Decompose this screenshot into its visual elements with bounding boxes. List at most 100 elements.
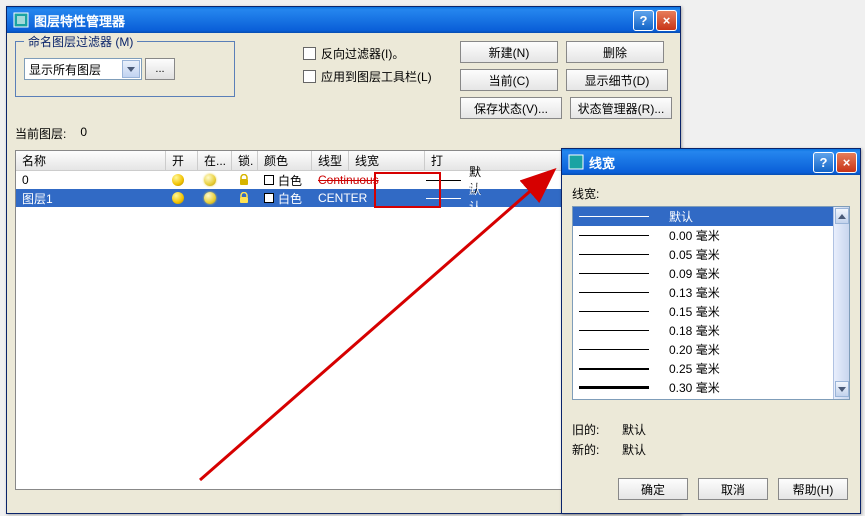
lineweight-item[interactable]: 0.20 毫米 [573,340,849,359]
col-lineweight[interactable]: 线宽 [349,151,425,170]
bulb-icon [172,174,184,186]
lock-icon [238,192,250,204]
sun-icon [204,174,216,186]
scroll-up-button[interactable] [835,208,849,224]
lineweight-item[interactable]: 0.09 毫米 [573,264,849,283]
cell-on[interactable] [166,189,198,207]
col-color[interactable]: 颜色 [258,151,312,170]
lock-icon [238,174,250,186]
lineweight-sample [579,311,659,312]
cell-lock[interactable] [232,171,258,189]
cell-linetype[interactable]: Continuous [312,171,420,189]
window-title: 图层特性管理器 [34,11,633,30]
state-manager-button[interactable]: 状态管理器(R)... [570,97,672,119]
lineweight-item[interactable]: 0.15 毫米 [573,302,849,321]
chevron-up-icon [838,214,846,219]
cell-name: 图层1 [16,189,166,207]
cell-on[interactable] [166,171,198,189]
cancel-button[interactable]: 取消 [698,478,768,500]
scrollbar[interactable] [833,207,849,399]
new-button[interactable]: 新建(N) [460,41,558,63]
invert-filter-checkbox[interactable]: 反向过滤器(I)。 [303,45,432,62]
color-swatch [264,175,274,185]
lineweight-sample [579,273,659,274]
lineweight-item-label: 0.05 毫米 [659,246,843,263]
help-button[interactable]: 帮助(H) [778,478,848,500]
lineweight-sample [579,330,659,331]
delete-button[interactable]: 删除 [566,41,664,63]
cell-freeze[interactable] [198,189,232,207]
close-button[interactable]: × [836,152,857,173]
dialog-title: 线宽 [589,153,813,172]
checkbox-label: 反向过滤器(I)。 [321,45,404,62]
lineweight-sample [579,216,659,217]
layer-filter-combo[interactable]: 显示所有图层 [24,58,142,80]
lineweight-item-label: 0.15 毫米 [659,303,843,320]
col-lock[interactable]: 锁. [232,151,258,170]
cell-name: 0 [16,171,166,189]
col-freeze[interactable]: 在... [198,151,232,170]
lineweight-sample [579,368,659,370]
ok-button[interactable]: 确定 [618,478,688,500]
lineweight-item[interactable]: 0.13 毫米 [573,283,849,302]
save-state-button[interactable]: 保存状态(V)... [460,97,562,119]
current-layer-value: 0 [80,125,87,142]
col-linetype[interactable]: 线型 [312,151,349,170]
scroll-down-button[interactable] [835,381,849,397]
titlebar[interactable]: 线宽 ? × [562,149,860,175]
named-filter-fieldset: 命名图层过滤器 (M) 显示所有图层 ... [15,41,235,97]
new-value: 默认 [622,443,646,457]
combo-text: 显示所有图层 [29,61,101,78]
current-layer-label: 当前图层: 0 [15,125,672,142]
color-swatch [264,193,274,203]
lineweight-item-label: 0.13 毫米 [659,284,843,301]
lineweight-item[interactable]: 0.05 毫米 [573,245,849,264]
lineweight-item-label: 0.00 毫米 [659,227,843,244]
lineweight-item[interactable]: 0.30 毫米 [573,378,849,397]
cell-lineweight[interactable]: 默认 [420,189,496,207]
show-details-button[interactable]: 显示细节(D) [566,69,668,91]
cell-linetype[interactable]: CENTER [312,189,420,207]
lineweight-sample [579,235,659,236]
col-name[interactable]: 名称 [16,151,166,170]
lineweight-label: 线宽: [572,185,850,202]
lineweight-sample [579,292,659,293]
apply-toolbar-checkbox[interactable]: 应用到图层工具栏(L) [303,68,432,85]
old-value: 默认 [622,423,646,437]
checkbox-box [303,47,316,60]
lineweight-sample [579,349,659,350]
cell-freeze[interactable] [198,171,232,189]
old-new-values: 旧的:默认 新的:默认 [572,420,850,460]
lineweight-item[interactable]: 默认 [573,207,849,226]
filter-legend: 命名图层过滤器 (M) [24,33,137,50]
lineweight-list[interactable]: 默认 0.00 毫米 0.05 毫米 0.09 毫米 0.13 毫米 0.15 毫米 0.1… [572,206,850,400]
close-button[interactable]: × [656,10,677,31]
cell-color[interactable]: 白色 [258,189,312,207]
chevron-down-icon[interactable] [122,60,140,78]
app-icon [13,12,29,28]
filter-browse-button[interactable]: ... [145,58,175,80]
help-button[interactable]: ? [813,152,834,173]
sun-icon [204,192,216,204]
lineweight-item-label: 0.09 毫米 [659,265,843,282]
lineweight-item[interactable]: 0.25 毫米 [573,359,849,378]
lineweight-item-label: 0.18 毫米 [659,322,843,339]
col-on[interactable]: 开 [166,151,198,170]
lineweight-dialog: 线宽 ? × 线宽: 默认 0.00 毫米 0.05 毫米 0.09 毫米 0.13 毫… [561,148,861,514]
lineweight-sample [579,386,659,389]
lineweight-item[interactable]: 0.18 毫米 [573,321,849,340]
lineweight-item[interactable]: 0.00 毫米 [573,226,849,245]
lineweight-item-label: 0.20 毫米 [659,341,843,358]
lineweight-item-label: 默认 [659,208,843,225]
lineweight-item-label: 0.30 毫米 [659,379,843,396]
checkbox-box [303,70,316,83]
app-icon [568,154,584,170]
cell-lock[interactable] [232,189,258,207]
chevron-down-icon [838,387,846,392]
cell-color[interactable]: 白色 [258,171,312,189]
checkbox-label: 应用到图层工具栏(L) [321,68,432,85]
help-button[interactable]: ? [633,10,654,31]
current-button[interactable]: 当前(C) [460,69,558,91]
lineweight-sample [579,254,659,255]
titlebar[interactable]: 图层特性管理器 ? × [7,7,680,33]
